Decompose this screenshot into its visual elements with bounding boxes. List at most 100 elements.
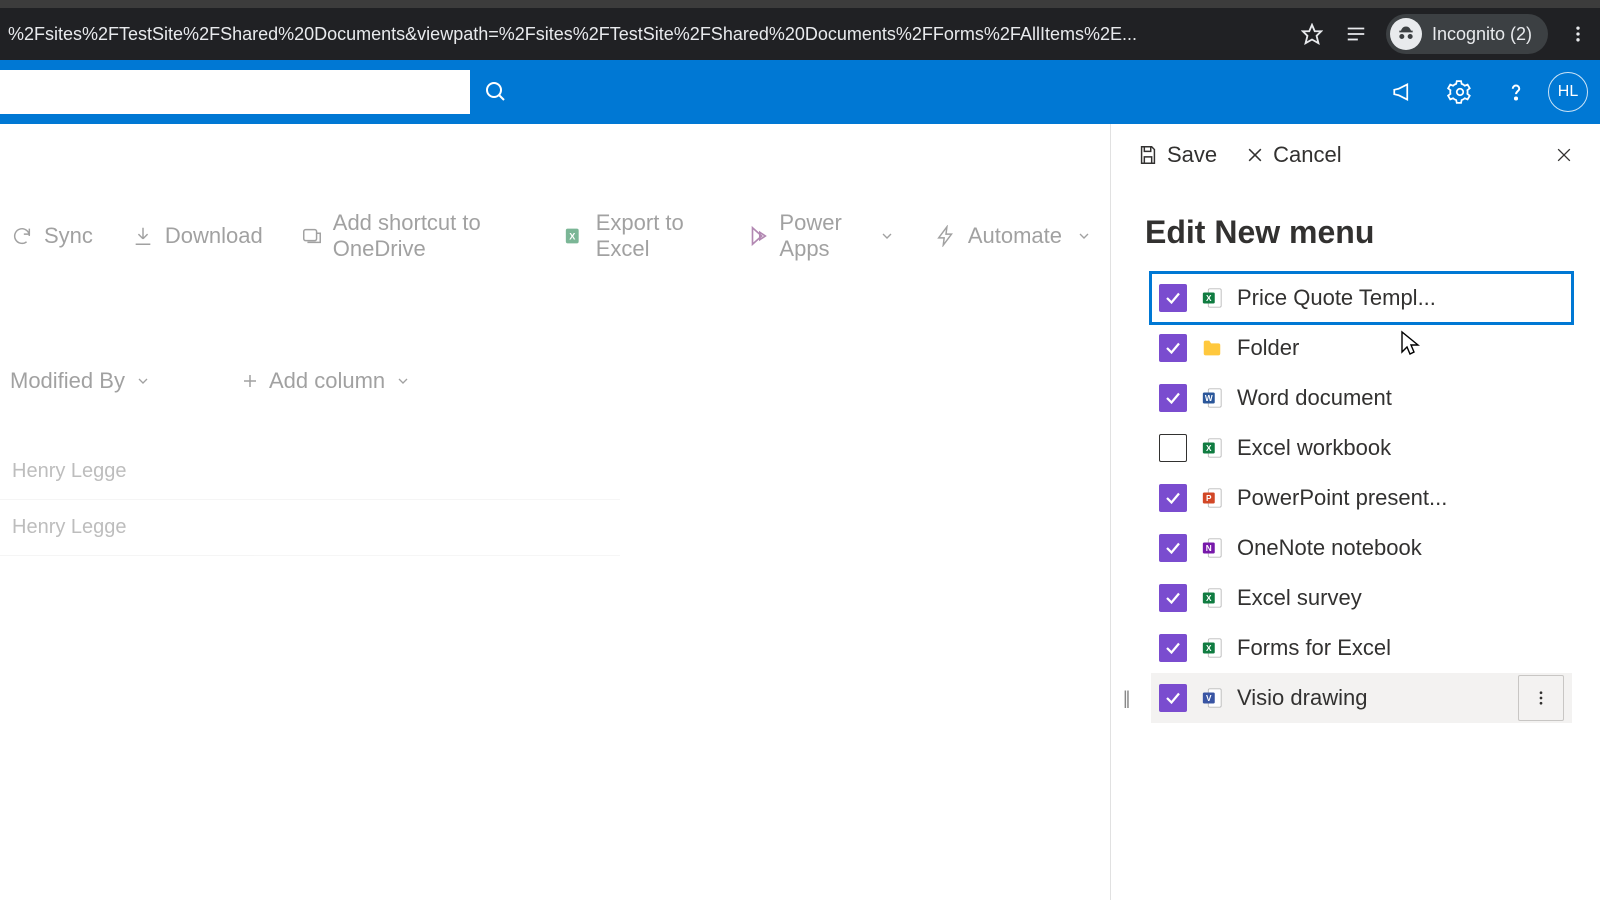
edit-new-menu-panel: Save Cancel Edit New menu X Price Quote T…	[1110, 124, 1600, 900]
sync-icon	[10, 224, 34, 248]
automate-icon	[934, 224, 958, 248]
add-shortcut-button[interactable]: Add shortcut to OneDrive	[291, 204, 536, 268]
panel-title: Edit New menu	[1111, 186, 1600, 273]
table-row[interactable]: Henry Legge	[0, 500, 1110, 555]
menu-item[interactable]: ||VVisio drawing	[1151, 673, 1572, 723]
sync-label: Sync	[44, 223, 93, 249]
svg-text:X: X	[1206, 444, 1212, 453]
menu-item-label: Price Quote Templ...	[1237, 285, 1564, 311]
browser-tab-strip	[0, 0, 1600, 8]
power-apps-button[interactable]: Power Apps	[737, 204, 905, 268]
automate-button[interactable]: Automate	[924, 217, 1106, 255]
shortcut-icon	[301, 224, 323, 248]
menu-item[interactable]: XExcel workbook	[1151, 423, 1572, 473]
checkbox[interactable]	[1159, 534, 1187, 562]
checkbox[interactable]	[1159, 434, 1187, 462]
menu-item-list: X Price Quote Templ... Folder WWord documen…	[1111, 273, 1600, 723]
powerpoint-icon: P	[1201, 487, 1223, 509]
download-icon	[131, 224, 155, 248]
browser-address-bar: %2Fsites%2FTestSite%2FShared%20Documents…	[0, 8, 1600, 60]
help-icon[interactable]	[1492, 68, 1540, 116]
add-shortcut-label: Add shortcut to OneDrive	[333, 210, 526, 262]
svg-text:N: N	[1206, 544, 1212, 553]
menu-item[interactable]: X Price Quote Templ...	[1151, 273, 1572, 323]
svg-text:X: X	[569, 232, 576, 242]
svg-text:X: X	[1206, 644, 1212, 653]
checkbox[interactable]	[1159, 634, 1187, 662]
column-header-modified-by[interactable]: Modified By	[10, 368, 151, 394]
save-icon	[1137, 144, 1159, 166]
power-apps-label: Power Apps	[779, 210, 867, 262]
command-bar: Sync Download Add shortcut to OneDrive X…	[0, 204, 1110, 308]
checkbox[interactable]	[1159, 284, 1187, 312]
folder-icon	[1201, 337, 1223, 359]
excel-icon: X	[1201, 287, 1223, 309]
menu-item[interactable]: P PowerPoint present...	[1151, 473, 1572, 523]
drag-handle-icon[interactable]: ||	[1123, 688, 1128, 709]
suite-header: HL	[0, 60, 1600, 124]
incognito-indicator[interactable]: Incognito (2)	[1386, 14, 1548, 54]
search-button[interactable]	[470, 70, 522, 114]
menu-item-label: Visio drawing	[1237, 685, 1504, 711]
excel-icon: X	[1201, 637, 1223, 659]
reading-list-icon[interactable]	[1342, 20, 1370, 48]
export-excel-label: Export to Excel	[596, 210, 710, 262]
close-panel-button[interactable]	[1548, 141, 1580, 169]
plus-icon	[241, 372, 259, 390]
export-excel-button[interactable]: X Export to Excel	[554, 204, 720, 268]
chevron-down-icon	[135, 373, 151, 389]
svg-text:X: X	[1206, 294, 1212, 303]
menu-item[interactable]: N OneNote notebook	[1151, 523, 1572, 573]
table-row[interactable]: Henry Legge	[0, 444, 1110, 499]
svg-text:W: W	[1205, 394, 1213, 403]
save-label: Save	[1167, 142, 1217, 168]
download-label: Download	[165, 223, 263, 249]
column-label: Modified By	[10, 368, 125, 394]
incognito-icon	[1390, 18, 1422, 50]
add-column-label: Add column	[269, 368, 385, 394]
gear-icon[interactable]	[1436, 68, 1484, 116]
checkbox[interactable]	[1159, 684, 1187, 712]
excel-icon: X	[1201, 437, 1223, 459]
incognito-label: Incognito (2)	[1432, 24, 1532, 45]
cancel-button[interactable]: Cancel	[1239, 138, 1347, 172]
svg-text:V: V	[1206, 694, 1212, 703]
more-options-button[interactable]	[1518, 675, 1564, 721]
checkbox[interactable]	[1159, 484, 1187, 512]
checkbox[interactable]	[1159, 384, 1187, 412]
checkbox[interactable]	[1159, 334, 1187, 362]
excel-icon: X	[564, 224, 586, 248]
main-content: Sync Download Add shortcut to OneDrive X…	[0, 124, 1110, 900]
search-input[interactable]	[0, 70, 470, 114]
browser-menu-icon[interactable]	[1564, 20, 1592, 48]
menu-item-label: PowerPoint present...	[1237, 485, 1564, 511]
chevron-down-icon	[395, 373, 411, 389]
menu-item-label: Forms for Excel	[1237, 635, 1564, 661]
row-divider	[0, 555, 620, 556]
svg-text:X: X	[1206, 594, 1212, 603]
add-column-button[interactable]: Add column	[241, 368, 411, 394]
download-button[interactable]: Download	[121, 217, 273, 255]
close-icon	[1245, 145, 1265, 165]
sync-button[interactable]: Sync	[0, 217, 103, 255]
checkbox[interactable]	[1159, 584, 1187, 612]
avatar[interactable]: HL	[1548, 72, 1588, 112]
onenote-icon: N	[1201, 537, 1223, 559]
menu-item[interactable]: X Excel survey	[1151, 573, 1572, 623]
visio-icon: V	[1201, 687, 1223, 709]
menu-item[interactable]: WWord document	[1151, 373, 1572, 423]
megaphone-icon[interactable]	[1380, 68, 1428, 116]
automate-label: Automate	[968, 223, 1062, 249]
close-icon	[1554, 145, 1574, 165]
word-icon: W	[1201, 387, 1223, 409]
star-icon[interactable]	[1298, 20, 1326, 48]
browser-url[interactable]: %2Fsites%2FTestSite%2FShared%20Documents…	[8, 24, 1282, 45]
menu-item-label: OneNote notebook	[1237, 535, 1564, 561]
menu-item[interactable]: Folder	[1151, 323, 1572, 373]
menu-item-label: Excel survey	[1237, 585, 1564, 611]
menu-item-label: Folder	[1237, 335, 1564, 361]
powerapps-icon	[747, 224, 769, 248]
menu-item[interactable]: X Forms for Excel	[1151, 623, 1572, 673]
chevron-down-icon	[1072, 224, 1096, 248]
save-button[interactable]: Save	[1131, 138, 1223, 172]
